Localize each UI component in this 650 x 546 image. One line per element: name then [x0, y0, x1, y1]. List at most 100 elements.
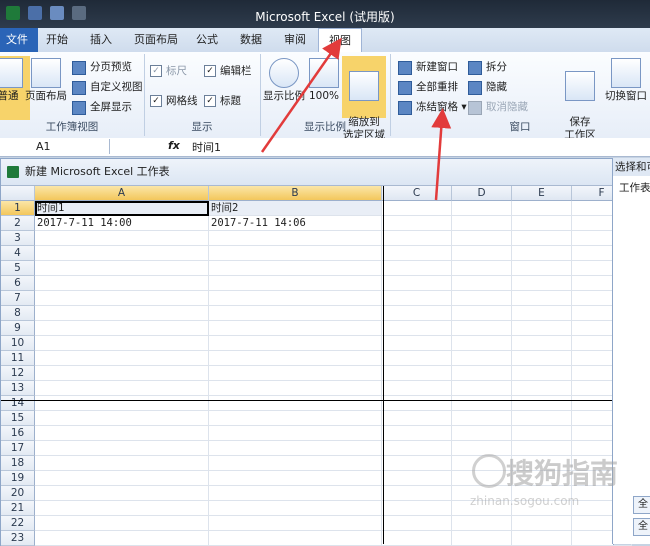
cell-d2[interactable]	[452, 216, 512, 231]
new-window-button[interactable]: 新建窗口	[398, 58, 458, 76]
cell-b16[interactable]	[209, 426, 382, 441]
cell-c16[interactable]	[382, 426, 452, 441]
cell-c1[interactable]	[382, 201, 452, 216]
cell-b15[interactable]	[209, 411, 382, 426]
hide-button[interactable]: 隐藏	[468, 78, 507, 96]
row-header-6[interactable]: 6	[1, 276, 35, 291]
cell-b21[interactable]	[209, 501, 382, 516]
cell-e22[interactable]	[512, 516, 572, 531]
cell-a21[interactable]	[35, 501, 209, 516]
cell-d11[interactable]	[452, 351, 512, 366]
cell-c9[interactable]	[382, 321, 452, 336]
cell-d1[interactable]	[452, 201, 512, 216]
cell-e5[interactable]	[512, 261, 572, 276]
cell-c20[interactable]	[382, 486, 452, 501]
cell-b6[interactable]	[209, 276, 382, 291]
cell-a3[interactable]	[35, 231, 209, 246]
cell-d15[interactable]	[452, 411, 512, 426]
row-header-2[interactable]: 2	[1, 216, 35, 231]
cell-a12[interactable]	[35, 366, 209, 381]
cell-e9[interactable]	[512, 321, 572, 336]
cell-c2[interactable]	[382, 216, 452, 231]
cell-a8[interactable]	[35, 306, 209, 321]
row-header-21[interactable]: 21	[1, 501, 35, 516]
tab-page-layout[interactable]: 页面布局	[124, 28, 188, 52]
formula-input[interactable]: 时间1	[192, 139, 221, 155]
cell-e4[interactable]	[512, 246, 572, 261]
cell-c15[interactable]	[382, 411, 452, 426]
row-header-8[interactable]: 8	[1, 306, 35, 321]
cell-d9[interactable]	[452, 321, 512, 336]
column-header-d[interactable]: D	[452, 186, 512, 201]
page-break-preview-button[interactable]: 分页预览	[72, 58, 132, 76]
cell-a18[interactable]	[35, 456, 209, 471]
cell-c12[interactable]	[382, 366, 452, 381]
cell-a13[interactable]	[35, 381, 209, 396]
row-header-20[interactable]: 20	[1, 486, 35, 501]
cell-a5[interactable]	[35, 261, 209, 276]
cell-b1[interactable]: 时间2	[209, 201, 382, 216]
cell-a10[interactable]	[35, 336, 209, 351]
cell-d13[interactable]	[452, 381, 512, 396]
row-header-1[interactable]: 1	[1, 201, 35, 216]
arrange-all-button[interactable]: 全部重排	[398, 78, 458, 96]
cell-a7[interactable]	[35, 291, 209, 306]
column-header-c[interactable]: C	[382, 186, 452, 201]
cell-c5[interactable]	[382, 261, 452, 276]
cell-a2[interactable]: 2017-7-11 14:00	[35, 216, 209, 231]
cell-b9[interactable]	[209, 321, 382, 336]
row-header-17[interactable]: 17	[1, 441, 35, 456]
cell-a1[interactable]: 时间1	[35, 201, 209, 216]
cell-a11[interactable]	[35, 351, 209, 366]
cell-d4[interactable]	[452, 246, 512, 261]
cell-c10[interactable]	[382, 336, 452, 351]
cell-e13[interactable]	[512, 381, 572, 396]
cell-b10[interactable]	[209, 336, 382, 351]
cell-d6[interactable]	[452, 276, 512, 291]
cell-b19[interactable]	[209, 471, 382, 486]
cell-c17[interactable]	[382, 441, 452, 456]
cell-d17[interactable]	[452, 441, 512, 456]
cell-a9[interactable]	[35, 321, 209, 336]
cell-b8[interactable]	[209, 306, 382, 321]
cell-a16[interactable]	[35, 426, 209, 441]
zoom-to-selection-button[interactable]: 缩放到 选定区域	[342, 56, 386, 141]
cell-e6[interactable]	[512, 276, 572, 291]
tab-view[interactable]: 视图	[318, 28, 362, 54]
cell-b2[interactable]: 2017-7-11 14:06	[209, 216, 382, 231]
cell-c21[interactable]	[382, 501, 452, 516]
cell-b12[interactable]	[209, 366, 382, 381]
cell-a6[interactable]	[35, 276, 209, 291]
cell-d5[interactable]	[452, 261, 512, 276]
cell-e15[interactable]	[512, 411, 572, 426]
cell-d10[interactable]	[452, 336, 512, 351]
row-header-15[interactable]: 15	[1, 411, 35, 426]
name-box[interactable]: A1	[0, 139, 110, 154]
row-header-11[interactable]: 11	[1, 351, 35, 366]
cell-b13[interactable]	[209, 381, 382, 396]
zoom-100-button[interactable]: 100%	[302, 56, 346, 103]
cell-a14[interactable]	[35, 396, 209, 411]
hide-all-button[interactable]: 全	[633, 518, 650, 536]
row-header-10[interactable]: 10	[1, 336, 35, 351]
ruler-checkbox[interactable]: ✓ 标尺	[150, 62, 187, 80]
cell-c8[interactable]	[382, 306, 452, 321]
tab-review[interactable]: 审阅	[274, 28, 316, 52]
cell-d14[interactable]	[452, 396, 512, 411]
cell-c7[interactable]	[382, 291, 452, 306]
cell-c19[interactable]	[382, 471, 452, 486]
freeze-panes-button[interactable]: 冻结窗格 ▾	[398, 98, 467, 116]
row-header-19[interactable]: 19	[1, 471, 35, 486]
zoom-button[interactable]: 显示比例	[262, 56, 306, 103]
cell-c22[interactable]	[382, 516, 452, 531]
cell-e11[interactable]	[512, 351, 572, 366]
cell-b20[interactable]	[209, 486, 382, 501]
headings-checkbox[interactable]: ✓ 标题	[204, 92, 241, 110]
insert-function-icon[interactable]: fx	[168, 139, 180, 152]
cell-e2[interactable]	[512, 216, 572, 231]
column-header-e[interactable]: E	[512, 186, 572, 201]
tab-data[interactable]: 数据	[230, 28, 272, 52]
tab-insert[interactable]: 插入	[80, 28, 122, 52]
cell-c14[interactable]	[382, 396, 452, 411]
cell-b4[interactable]	[209, 246, 382, 261]
